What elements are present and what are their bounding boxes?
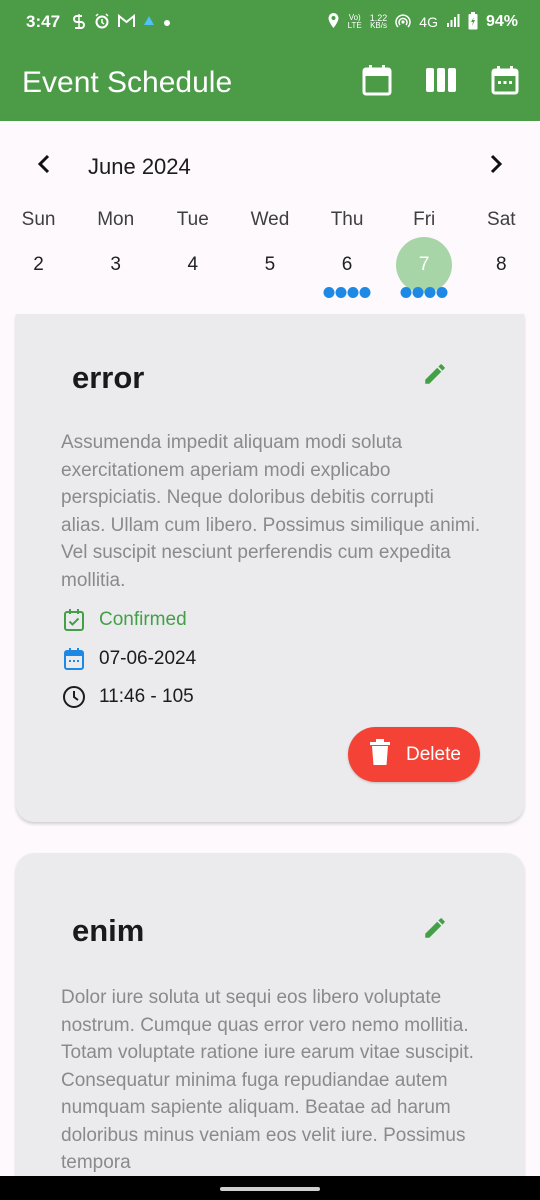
home-gesture-handle[interactable]	[220, 1187, 320, 1191]
next-week-button[interactable]	[476, 146, 516, 186]
location-icon	[327, 12, 340, 32]
day-mon[interactable]: Mon 3	[77, 209, 154, 293]
signal-icon	[446, 13, 460, 31]
clock-icon	[61, 684, 87, 710]
event-dot	[436, 287, 448, 298]
page-title: Event Schedule	[22, 65, 233, 99]
event-dot	[359, 287, 371, 298]
delete-event-button[interactable]: Delete	[348, 727, 480, 782]
day-number: 3	[110, 254, 121, 275]
event-time: 11:46 - 105	[99, 686, 194, 707]
day-name: Mon	[97, 209, 135, 230]
day-name: Fri	[413, 209, 436, 230]
event-status-row: Confirmed	[61, 607, 187, 633]
event-dot	[323, 287, 335, 298]
week-calendar: June 2024 Sun 2 Mon 3 Tue 4 Wed 5 Thu 6	[0, 121, 540, 311]
event-dots	[400, 287, 448, 298]
event-dots	[323, 287, 371, 298]
event-date: 07-06-2024	[99, 648, 197, 669]
event-description: Dolor iure soluta ut sequi eos libero vo…	[61, 987, 474, 1173]
sync-notification-icon	[72, 13, 86, 32]
event-confirmed-icon	[61, 607, 87, 633]
day-name: Sun	[21, 209, 56, 230]
system-navigation-bar	[0, 1176, 540, 1200]
network-type-label: 4G	[419, 14, 438, 30]
hotspot-icon	[395, 13, 411, 32]
drive-notification-icon	[143, 14, 155, 30]
week-view-button[interactable]	[424, 66, 458, 100]
network-speed-unit: KB/s	[370, 21, 387, 30]
day-name: Wed	[250, 209, 290, 230]
day-wed[interactable]: Wed 5	[231, 209, 308, 293]
event-time-row: 11:46 - 105	[61, 684, 194, 710]
month-label: June 2024	[88, 154, 191, 179]
gmail-icon	[118, 13, 136, 31]
event-title: error	[72, 360, 145, 395]
month-view-button[interactable]	[360, 64, 394, 101]
alarm-icon	[94, 12, 110, 32]
notification-icons	[72, 12, 171, 32]
day-tue[interactable]: Tue 4	[154, 209, 231, 293]
day-name: Tue	[176, 209, 209, 230]
day-fri-selected[interactable]: Fri 7	[386, 209, 463, 298]
day-number: 2	[33, 254, 44, 275]
app-bar-actions	[360, 64, 540, 101]
day-number: 5	[264, 254, 276, 275]
week-days: Sun 2 Mon 3 Tue 4 Wed 5 Thu 6 Fri 7 Sat …	[0, 209, 540, 298]
status-bar: 3:47 Vo) LTE 1.22 KB/s 4G 94%	[0, 0, 540, 44]
battery-percent: 94%	[485, 13, 518, 30]
previous-week-button[interactable]	[24, 146, 64, 186]
event-status: Confirmed	[99, 609, 187, 630]
calendar-icon	[61, 646, 87, 672]
month-navigation: June 2024	[0, 146, 540, 186]
week-columns-view-icon	[426, 68, 456, 97]
app-bar: Event Schedule	[0, 44, 540, 121]
volte-bottom-label: LTE	[347, 21, 362, 30]
day-view-button[interactable]	[488, 66, 522, 100]
chevron-right-icon	[489, 154, 503, 179]
day-sat[interactable]: Sat 8	[463, 209, 540, 293]
event-dot	[424, 287, 436, 298]
volte-indicator: Vo) LTE	[348, 14, 362, 30]
edit-event-button[interactable]	[418, 359, 452, 393]
more-notifications-dot-icon	[163, 14, 171, 30]
event-dot	[335, 287, 347, 298]
delete-label: Delete	[406, 743, 461, 765]
status-time: 3:47	[26, 12, 61, 31]
day-thu[interactable]: Thu 6	[309, 209, 386, 298]
day-number: 7	[418, 254, 430, 275]
calendar-day-view-icon	[491, 65, 519, 100]
day-name: Thu	[330, 209, 364, 230]
event-card[interactable]: error Assumenda impedit aliquam modi sol…	[16, 314, 524, 822]
pencil-icon	[422, 915, 448, 946]
pencil-icon	[422, 361, 448, 392]
event-dot	[400, 287, 412, 298]
edit-event-button[interactable]	[418, 913, 452, 947]
trash-icon	[370, 738, 390, 771]
event-date-row: 07-06-2024	[61, 646, 196, 672]
calendar-month-view-icon	[362, 64, 392, 101]
day-number: 8	[496, 254, 507, 275]
event-description: Assumenda impedit aliquam modi soluta ex…	[61, 432, 481, 591]
day-sun[interactable]: Sun 2	[0, 209, 77, 293]
day-name: Sat	[487, 209, 516, 230]
event-dot	[412, 287, 424, 298]
day-number: 6	[341, 254, 353, 275]
chevron-left-icon	[37, 154, 51, 179]
event-title: enim	[72, 913, 145, 948]
battery-charging-icon	[468, 11, 478, 33]
event-card[interactable]: enim Dolor iure soluta ut sequi eos libe…	[16, 853, 524, 1193]
day-number: 4	[187, 254, 199, 275]
network-speed: 1.22 KB/s	[370, 14, 388, 30]
event-dot	[347, 287, 359, 298]
